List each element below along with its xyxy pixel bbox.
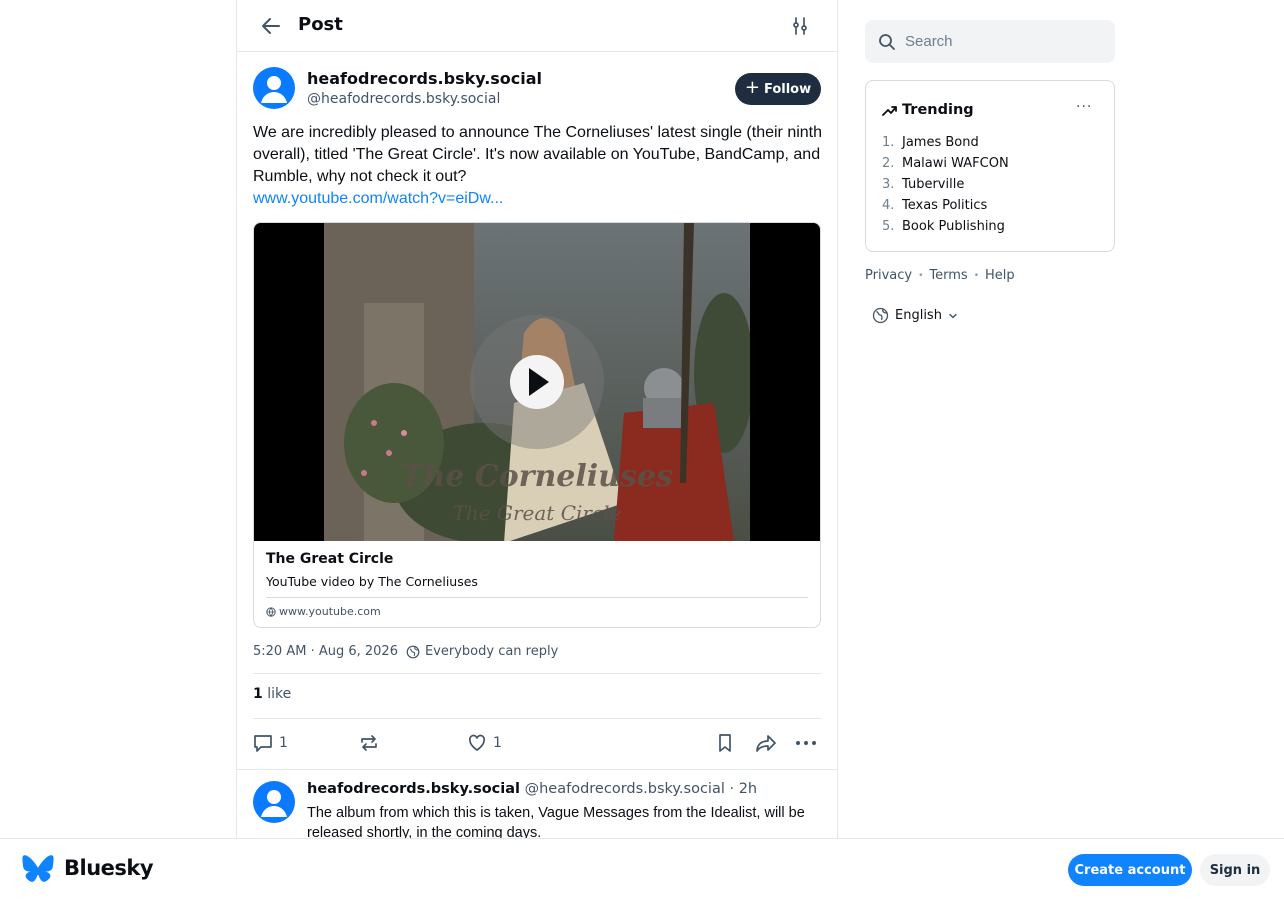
link-embed-card[interactable]: The Corneliuses The Great Circle The Gre…	[253, 222, 821, 628]
trending-item[interactable]: 5. Book Publishing	[882, 219, 1005, 234]
help-link[interactable]: Help	[985, 268, 1015, 283]
share-icon	[756, 735, 776, 752]
post-text: We are incredibly pleased to announce Th…	[253, 122, 823, 210]
bookmark-icon	[719, 734, 731, 752]
language-label: English	[895, 308, 942, 323]
reply-setting-label: Everybody can reply	[424, 644, 559, 659]
globe-icon	[266, 606, 276, 617]
page-title: Post	[298, 14, 343, 35]
globe-icon	[872, 307, 889, 324]
footer-links: Privacy • Terms • Help	[865, 268, 1015, 283]
thumbnail-subtitle: The Great Circle	[452, 501, 622, 525]
reply-button[interactable]: 1	[253, 732, 288, 754]
plus-icon: +	[744, 77, 760, 98]
reply-author-name[interactable]: heafodrecords.bsky.social	[307, 781, 520, 797]
trending-item[interactable]: 3. Tuberville	[882, 177, 964, 192]
separator-dot: •	[973, 270, 979, 281]
likes-summary[interactable]: 1 like	[253, 686, 291, 702]
reply-header: heafodrecords.bsky.social @heafodrecords…	[307, 781, 757, 797]
post-meta: 5:20 AM · Aug 6, 2026 Everybody can repl…	[253, 644, 558, 659]
divider	[237, 769, 837, 770]
repost-icon	[361, 735, 377, 751]
heart-icon	[468, 734, 486, 751]
reply-author-avatar[interactable]	[253, 781, 295, 823]
likes-count: 1	[253, 686, 263, 702]
reply-author-handle[interactable]: @heafodrecords.bsky.social	[525, 781, 725, 797]
author-name[interactable]: heafodrecords.bsky.social	[307, 69, 542, 88]
main-column: Post heafodrecords.bsky.social @heafodre…	[236, 0, 838, 900]
post-body: We are incredibly pleased to announce Th…	[253, 124, 823, 185]
trending-item[interactable]: 4. Texas Politics	[882, 198, 987, 213]
divider	[253, 718, 821, 719]
search-box[interactable]	[865, 20, 1115, 63]
more-horizontal-icon	[796, 741, 816, 745]
sign-in-button[interactable]: Sign in	[1200, 854, 1270, 886]
post-link[interactable]: www.youtube.com/watch?v=eiDw...	[253, 190, 503, 207]
reply-icon	[254, 735, 272, 752]
trending-item[interactable]: 1. James Bond	[882, 135, 979, 150]
trending-up-icon	[882, 106, 897, 116]
privacy-link[interactable]: Privacy	[865, 268, 912, 283]
like-button[interactable]: 1	[467, 732, 502, 754]
embed-description: YouTube video by The Corneliuses	[266, 574, 478, 589]
create-account-button[interactable]: Create account	[1068, 854, 1192, 886]
reply-time: · 2h	[729, 781, 758, 797]
likes-label: like	[267, 686, 292, 702]
author-avatar[interactable]	[253, 67, 295, 109]
share-button[interactable]	[755, 732, 777, 754]
thumbnail-title: The Corneliuses	[401, 459, 673, 494]
more-options-button[interactable]	[795, 732, 817, 754]
chevron-down-icon	[949, 313, 957, 318]
globe-icon	[406, 645, 420, 658]
author-handle[interactable]: @heafodrecords.bsky.social	[307, 91, 500, 107]
back-arrow-icon[interactable]	[259, 14, 283, 38]
brand-wordmark[interactable]: Bluesky	[64, 856, 154, 880]
embed-domain: www.youtube.com	[266, 605, 381, 618]
trending-title: Trending	[902, 102, 974, 118]
reply-text: The album from which this is taken, Vagu…	[307, 805, 805, 841]
page-header: Post	[237, 0, 837, 52]
terms-link[interactable]: Terms	[929, 268, 967, 283]
repost-button[interactable]	[359, 732, 379, 754]
post-timestamp: 5:20 AM · Aug 6, 2026	[253, 644, 398, 659]
search-icon	[879, 34, 895, 50]
embed-title: The Great Circle	[266, 551, 394, 567]
trending-panel: Trending ··· 1. James Bond 2. Malawi WAF…	[865, 80, 1115, 252]
butterfly-logo-icon[interactable]	[22, 855, 54, 884]
video-thumbnail[interactable]: The Corneliuses The Great Circle	[254, 223, 820, 541]
embed-domain-text: www.youtube.com	[279, 605, 381, 618]
embed-divider	[266, 597, 808, 598]
reply-setting: Everybody can reply	[406, 644, 558, 659]
sliders-icon[interactable]	[790, 16, 810, 36]
divider	[253, 673, 821, 674]
follow-label: Follow	[763, 81, 812, 97]
separator-dot: •	[918, 270, 924, 281]
like-count: 1	[493, 735, 502, 751]
bottom-bar: Bluesky Create account Sign in	[0, 838, 1284, 900]
reply-count: 1	[279, 735, 288, 751]
trending-item[interactable]: 2. Malawi WAFCON	[882, 156, 1009, 171]
language-selector[interactable]: English	[872, 307, 958, 324]
bookmark-button[interactable]	[715, 732, 735, 754]
trending-more-button[interactable]: ···	[1076, 99, 1092, 115]
search-input[interactable]	[905, 30, 1105, 52]
follow-button[interactable]: + Follow	[735, 73, 821, 105]
